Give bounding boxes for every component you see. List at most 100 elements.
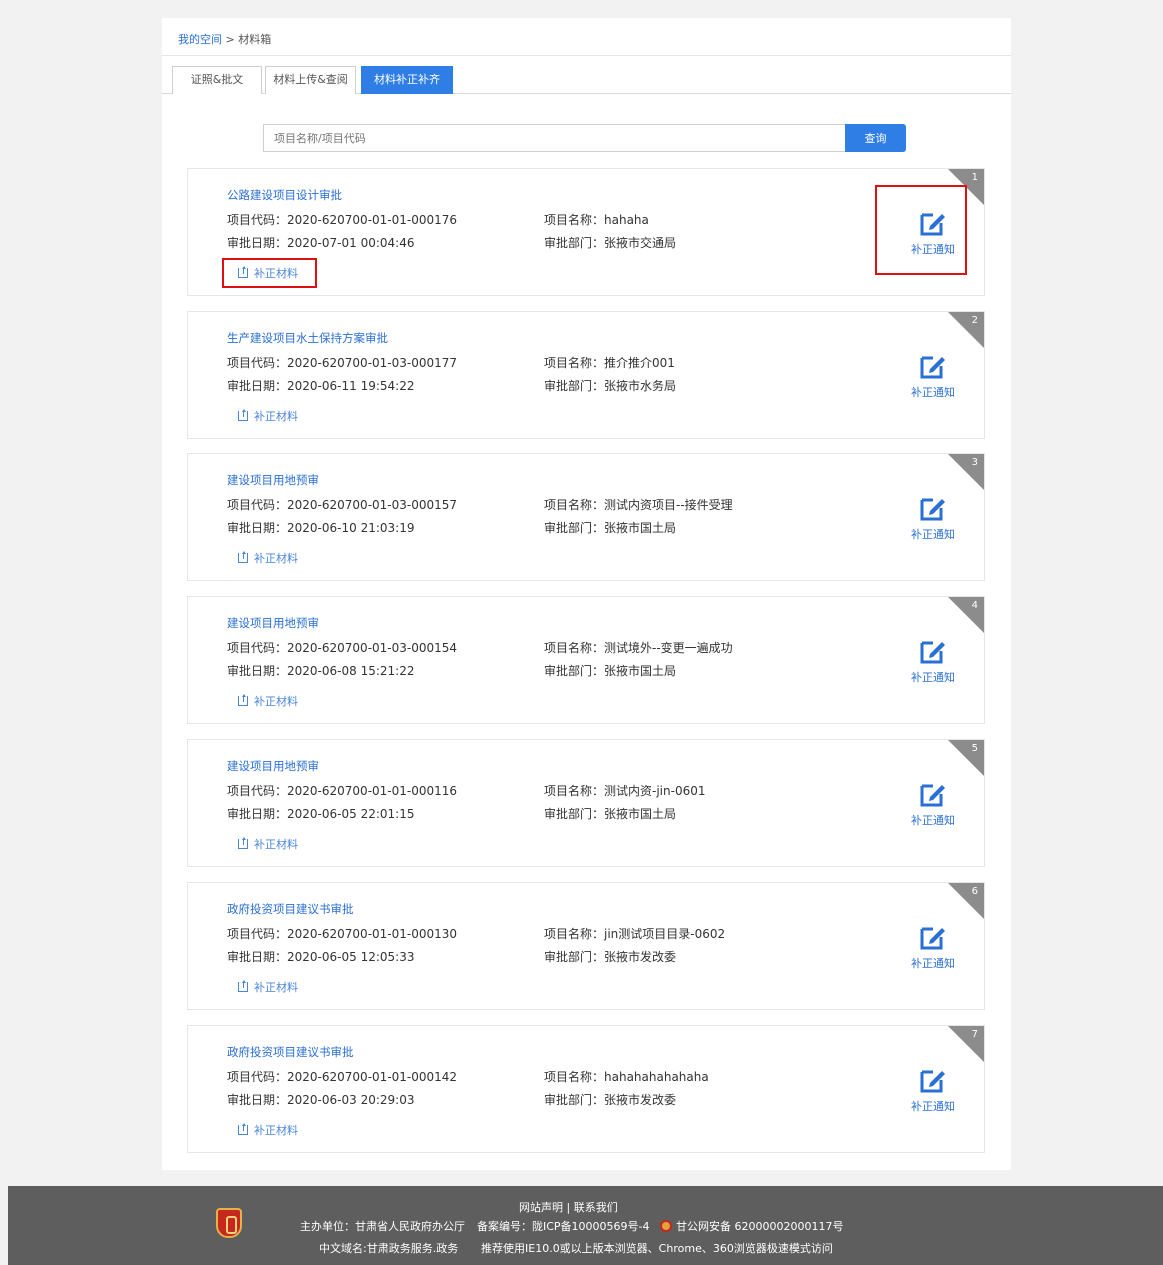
correction-notice-button[interactable]: 补正通知 <box>908 637 958 685</box>
item-date-label: 审批日期： <box>227 950 288 964</box>
tab-material-correction[interactable]: 材料补正补齐 <box>361 66 453 94</box>
item-name-value: hahahahahahaha <box>604 1070 709 1084</box>
upload-material-link[interactable]: 补正材料 <box>238 550 298 566</box>
item-name: 项目名称：测试内资-jin-0601 <box>544 782 706 799</box>
search-input[interactable] <box>263 124 845 152</box>
correction-notice-button[interactable]: 补正通知 <box>908 923 958 971</box>
tab-certificates[interactable]: 证照&批文 <box>172 66 262 94</box>
edit-icon <box>920 356 945 379</box>
item-name: 项目名称：测试内资项目--接件受理 <box>544 496 733 513</box>
item-name-value: 测试境外--变更一遍成功 <box>604 641 733 655</box>
item-name-value: 测试内资-jin-0601 <box>604 784 706 798</box>
item-name-label: 项目名称： <box>544 641 605 655</box>
upload-material-label: 补正材料 <box>254 410 298 423</box>
item-title[interactable]: 生产建设项目水土保持方案审批 <box>227 330 388 346</box>
footer-domain: 中文域名:甘肃政务服务.政务 <box>319 1242 459 1255</box>
item-date-value: 2020-06-11 19:54:22 <box>287 379 415 393</box>
breadcrumb: 我的空间 > 材料箱 <box>162 18 1011 56</box>
item-date: 审批日期：2020-06-05 22:01:15 <box>227 805 414 822</box>
item-code-value: 2020-620700-01-03-000157 <box>287 498 458 512</box>
item-title[interactable]: 公路建设项目设计审批 <box>227 187 342 203</box>
upload-icon <box>238 694 248 706</box>
upload-icon <box>238 1123 248 1135</box>
correction-notice-button[interactable]: 补正通知 <box>908 1066 958 1114</box>
item-dept-value: 张掖市国土局 <box>604 664 677 678</box>
item-date: 审批日期：2020-07-01 00:04:46 <box>227 234 414 251</box>
footer-police[interactable]: 甘公网安备 62000002000117号 <box>660 1218 843 1234</box>
item-dept-value: 张掖市发改委 <box>604 950 677 964</box>
item-dept-label: 审批部门： <box>544 664 605 678</box>
footer-links[interactable]: 网站声明 | 联系我们 <box>519 1199 618 1215</box>
correction-notice-label: 补正通知 <box>911 528 955 541</box>
item-dept-value: 张掖市发改委 <box>604 1093 677 1107</box>
item-name-label: 项目名称： <box>544 356 605 370</box>
edit-icon <box>920 1070 945 1093</box>
item-code: 项目代码：2020-620700-01-01-000176 <box>227 211 457 228</box>
item-name-label: 项目名称： <box>544 1070 605 1084</box>
item-date-label: 审批日期： <box>227 236 288 250</box>
item-code-label: 项目代码： <box>227 213 288 227</box>
list-item: 生产建设项目水土保持方案审批 项目代码：2020-620700-01-03-00… <box>187 311 985 439</box>
list-item: 建设项目用地预审 项目代码：2020-620700-01-03-000154 审… <box>187 596 985 724</box>
item-date: 审批日期：2020-06-11 19:54:22 <box>227 377 414 394</box>
upload-material-link[interactable]: 补正材料 <box>238 408 298 424</box>
item-dept-label: 审批部门： <box>544 379 605 393</box>
upload-material-label: 补正材料 <box>254 695 298 708</box>
correction-notice-button[interactable]: 补正通知 <box>908 780 958 828</box>
item-code-value: 2020-620700-01-03-000154 <box>287 641 458 655</box>
item-date-value: 2020-07-01 00:04:46 <box>287 236 415 250</box>
item-title[interactable]: 建设项目用地预审 <box>227 615 319 631</box>
item-dept: 审批部门：张掖市水务局 <box>544 377 676 394</box>
item-index-corner <box>948 312 984 348</box>
upload-material-label: 补正材料 <box>254 552 298 565</box>
item-dept: 审批部门：张掖市交通局 <box>544 234 676 251</box>
list-item: 建设项目用地预审 项目代码：2020-620700-01-03-000157 审… <box>187 453 985 581</box>
upload-icon <box>238 409 248 421</box>
item-code-label: 项目代码： <box>227 498 288 512</box>
correction-notice-label: 补正通知 <box>911 1100 955 1113</box>
item-dept-label: 审批部门： <box>544 950 605 964</box>
item-title[interactable]: 政府投资项目建议书审批 <box>227 901 354 917</box>
item-index-number: 7 <box>971 1029 978 1040</box>
upload-material-link[interactable]: 补正材料 <box>238 1122 298 1138</box>
item-code: 项目代码：2020-620700-01-01-000130 <box>227 925 457 942</box>
item-title[interactable]: 政府投资项目建议书审批 <box>227 1044 354 1060</box>
correction-notice-button[interactable]: 补正通知 <box>908 352 958 400</box>
edit-icon <box>920 641 945 664</box>
breadcrumb-separator: > <box>222 33 239 46</box>
item-index-number: 5 <box>971 743 978 754</box>
item-title[interactable]: 建设项目用地预审 <box>227 758 319 774</box>
tab-material-upload[interactable]: 材料上传&查阅 <box>265 66 356 94</box>
police-badge-icon <box>660 1220 672 1232</box>
government-emblem-icon <box>216 1208 242 1238</box>
item-name: 项目名称：推介推介001 <box>544 354 675 371</box>
item-dept-value: 张掖市国土局 <box>604 521 677 535</box>
item-dept-label: 审批部门： <box>544 521 605 535</box>
item-title[interactable]: 建设项目用地预审 <box>227 472 319 488</box>
footer-icp[interactable]: 备案编号：陇ICP备10000569号-4 <box>477 1218 650 1234</box>
edit-icon <box>920 784 945 807</box>
item-name-value: 推介推介001 <box>604 356 675 370</box>
item-name-label: 项目名称： <box>544 927 605 941</box>
item-date-value: 2020-06-08 15:21:22 <box>287 664 415 678</box>
search-bar: 查询 <box>263 124 906 152</box>
upload-material-link[interactable]: 补正材料 <box>238 693 298 709</box>
item-name: 项目名称：测试境外--变更一遍成功 <box>544 639 733 656</box>
list-item: 政府投资项目建议书审批 项目代码：2020-620700-01-01-00014… <box>187 1025 985 1153</box>
upload-material-link[interactable]: 补正材料 <box>238 979 298 995</box>
upload-icon <box>238 837 248 849</box>
search-button[interactable]: 查询 <box>845 124 906 152</box>
item-code-value: 2020-620700-01-01-000176 <box>287 213 458 227</box>
item-index-corner <box>948 883 984 919</box>
item-index-corner <box>948 454 984 490</box>
item-date-label: 审批日期： <box>227 379 288 393</box>
item-index-number: 3 <box>971 457 978 468</box>
upload-material-link[interactable]: 补正材料 <box>238 836 298 852</box>
item-name-value: jin测试项目目录-0602 <box>604 927 726 941</box>
item-date: 审批日期：2020-06-03 20:29:03 <box>227 1091 414 1108</box>
main-panel: 我的空间 > 材料箱 证照&批文 材料上传&查阅 材料补正补齐 查询 公路建设项… <box>162 18 1011 1170</box>
item-name-label: 项目名称： <box>544 213 605 227</box>
breadcrumb-home-link[interactable]: 我的空间 <box>178 33 222 46</box>
list-item: 建设项目用地预审 项目代码：2020-620700-01-01-000116 审… <box>187 739 985 867</box>
correction-notice-button[interactable]: 补正通知 <box>908 494 958 542</box>
